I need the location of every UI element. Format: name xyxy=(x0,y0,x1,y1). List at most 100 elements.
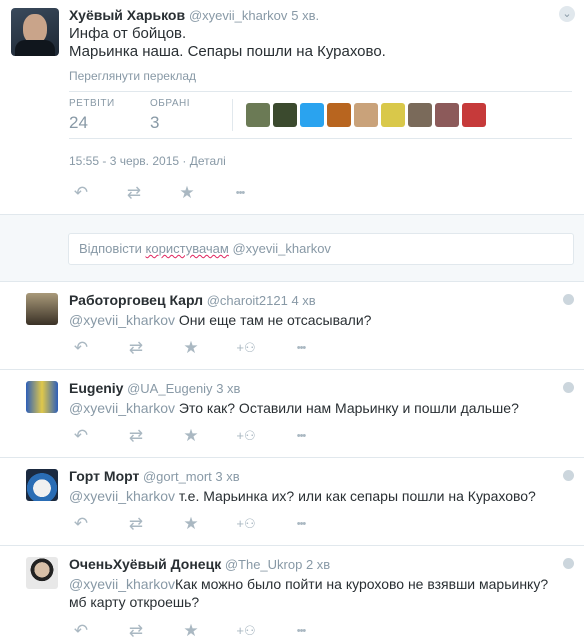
reply-author-name[interactable]: Горт Морт xyxy=(69,468,139,484)
author-name[interactable]: Хуёвый Харьков xyxy=(69,7,185,23)
more-icon[interactable]: ••• xyxy=(290,339,312,357)
reply-text: @xyevii_kharkov Это как? Оставили нам Ма… xyxy=(69,399,519,417)
reply-tweet[interactable]: Горт Морт @gort_mort 3 хв @xyevii_kharko… xyxy=(0,458,584,546)
globe-icon xyxy=(563,382,574,393)
retweet-icon[interactable]: ⇄ xyxy=(125,515,147,533)
avatar-6[interactable] xyxy=(381,103,405,127)
translate-link[interactable]: Переглянути переклад xyxy=(69,69,196,83)
retweet-icon[interactable]: ⇄ xyxy=(123,184,145,202)
avatar[interactable] xyxy=(26,293,58,325)
reply-actions: ↶ ⇄ ★ +⚇ ••• xyxy=(70,622,312,640)
reply-placeholder-word: користувачам xyxy=(145,241,229,256)
divider xyxy=(69,138,572,139)
reply-composer: Відповісти користувачам @xyevii_kharkov xyxy=(0,214,584,282)
tweet-time[interactable]: 5 хв. xyxy=(291,8,319,23)
favorites-stat[interactable]: ОБРАНІ 3 xyxy=(150,98,190,133)
reply-handle[interactable]: @charoit2121 xyxy=(207,293,288,308)
reply-time[interactable]: 4 хв xyxy=(291,293,315,308)
reply-icon[interactable]: ↶ xyxy=(70,515,92,533)
avatar-4[interactable] xyxy=(327,103,351,127)
globe-icon xyxy=(563,294,574,305)
reply-author-name[interactable]: ОченьХуёвый Донецк xyxy=(69,556,221,572)
favorite-icon[interactable]: ★ xyxy=(180,622,202,640)
retweet-icon[interactable]: ⇄ xyxy=(125,427,147,445)
mention-link[interactable]: @xyevii_kharkov xyxy=(69,576,175,592)
reply-handle[interactable]: @The_Ukrop xyxy=(225,557,303,572)
favorite-icon[interactable]: ★ xyxy=(180,515,202,533)
reply-text: @xyevii_kharkovКак можно было пойти на к… xyxy=(69,575,548,611)
avatar-7[interactable] xyxy=(408,103,432,127)
globe-icon xyxy=(563,470,574,481)
reply-text-content: т.е. Марьинка их? или как сепары пошли н… xyxy=(175,488,536,504)
reply-header: Горт Морт @gort_mort 3 хв xyxy=(69,468,240,484)
more-icon[interactable]: ••• xyxy=(290,622,312,640)
mention-link[interactable]: @xyevii_kharkov xyxy=(69,400,175,416)
author-handle[interactable]: @xyevii_kharkov xyxy=(189,8,287,23)
avatar-8[interactable] xyxy=(435,103,459,127)
favorite-icon[interactable]: ★ xyxy=(180,339,202,357)
reply-text-content: Они еще там не отсасывали? xyxy=(175,312,372,328)
author-avatar[interactable] xyxy=(11,8,59,56)
reply-header: ОченьХуёвый Донецк @The_Ukrop 2 хв xyxy=(69,556,330,572)
reply-time[interactable]: 3 хв xyxy=(215,469,239,484)
mention-link[interactable]: @xyevii_kharkov xyxy=(69,488,175,504)
avatar-2[interactable] xyxy=(273,103,297,127)
follow-icon[interactable]: +⚇ xyxy=(235,427,257,445)
favorite-icon[interactable]: ★ xyxy=(180,427,202,445)
reply-tweet[interactable]: Eugeniy @UA_Eugeniy 3 хв @xyevii_kharkov… xyxy=(0,370,584,458)
reply-icon[interactable]: ↶ xyxy=(70,427,92,445)
reply-time[interactable]: 3 хв xyxy=(216,381,240,396)
reply-text: @xyevii_kharkov т.е. Марьинка их? или ка… xyxy=(69,487,536,505)
retweet-icon[interactable]: ⇄ xyxy=(125,339,147,357)
tweet-header: Хуёвый Харьков @xyevii_kharkov 5 хв. xyxy=(69,7,319,23)
avatar-5[interactable] xyxy=(354,103,378,127)
mention-link[interactable]: @xyevii_kharkov xyxy=(69,312,175,328)
divider xyxy=(69,91,572,92)
follow-icon[interactable]: +⚇ xyxy=(235,339,257,357)
avatar-3[interactable] xyxy=(300,103,324,127)
reply-icon[interactable]: ↶ xyxy=(70,184,92,202)
reply-handle[interactable]: @gort_mort xyxy=(143,469,212,484)
reply-text-line2: мб карту откроешь? xyxy=(69,594,200,610)
reply-text-content: Это как? Оставили нам Марьинку и пошли д… xyxy=(175,400,519,416)
reply-icon[interactable]: ↶ xyxy=(70,622,92,640)
divider xyxy=(232,99,233,131)
retweets-count: 24 xyxy=(69,113,88,132)
more-icon[interactable]: ••• xyxy=(229,184,251,202)
retweets-stat[interactable]: РЕТВІТИ 24 xyxy=(69,98,115,133)
more-icon[interactable]: ••• xyxy=(290,427,312,445)
reply-placeholder-handle: @xyevii_kharkov xyxy=(228,241,331,256)
avatar-1[interactable] xyxy=(246,103,270,127)
favoriters-list xyxy=(246,103,486,127)
avatar-9[interactable] xyxy=(462,103,486,127)
follow-icon[interactable]: +⚇ xyxy=(235,515,257,533)
reply-icon[interactable]: ↶ xyxy=(70,339,92,357)
reply-tweet[interactable]: Работорговец Карл @charoit2121 4 хв @xye… xyxy=(0,282,584,370)
reply-text-content: Как можно было пойти на курохово не взяв… xyxy=(175,576,549,592)
reply-tweet[interactable]: ОченьХуёвый Донецк @The_Ukrop 2 хв @xyev… xyxy=(0,546,584,643)
reply-actions: ↶ ⇄ ★ +⚇ ••• xyxy=(70,515,312,533)
globe-icon xyxy=(563,558,574,569)
reply-text: @xyevii_kharkov Они еще там не отсасывал… xyxy=(69,311,371,329)
tweet-text: Инфа от бойцов. Марьинка наша. Сепары по… xyxy=(69,25,386,61)
reply-author-name[interactable]: Eugeniy xyxy=(69,380,123,396)
favorites-label: ОБРАНІ xyxy=(150,98,191,109)
tweet-text-line: Инфа от бойцов. xyxy=(69,25,187,42)
reply-actions: ↶ ⇄ ★ +⚇ ••• xyxy=(70,427,312,445)
tweet-timestamp[interactable]: 15:55 - 3 черв. 2015 · Деталі xyxy=(69,154,226,168)
reply-placeholder-prefix: Відповісти xyxy=(79,241,146,256)
favorite-icon[interactable]: ★ xyxy=(176,184,198,202)
retweet-icon[interactable]: ⇄ xyxy=(125,622,147,640)
tweet-actions: ↶ ⇄ ★ ••• xyxy=(70,184,251,202)
reply-author-name[interactable]: Работорговец Карл xyxy=(69,292,203,308)
chevron-down-icon[interactable]: ⌄ xyxy=(559,6,575,22)
avatar[interactable] xyxy=(26,557,58,589)
follow-icon[interactable]: +⚇ xyxy=(235,622,257,640)
more-icon[interactable]: ••• xyxy=(290,515,312,533)
avatar[interactable] xyxy=(26,381,58,413)
reply-handle[interactable]: @UA_Eugeniy xyxy=(127,381,212,396)
retweets-label: РЕТВІТИ xyxy=(69,98,115,109)
reply-input[interactable]: Відповісти користувачам @xyevii_kharkov xyxy=(68,233,574,265)
avatar[interactable] xyxy=(26,469,58,501)
reply-time[interactable]: 2 хв xyxy=(306,557,330,572)
